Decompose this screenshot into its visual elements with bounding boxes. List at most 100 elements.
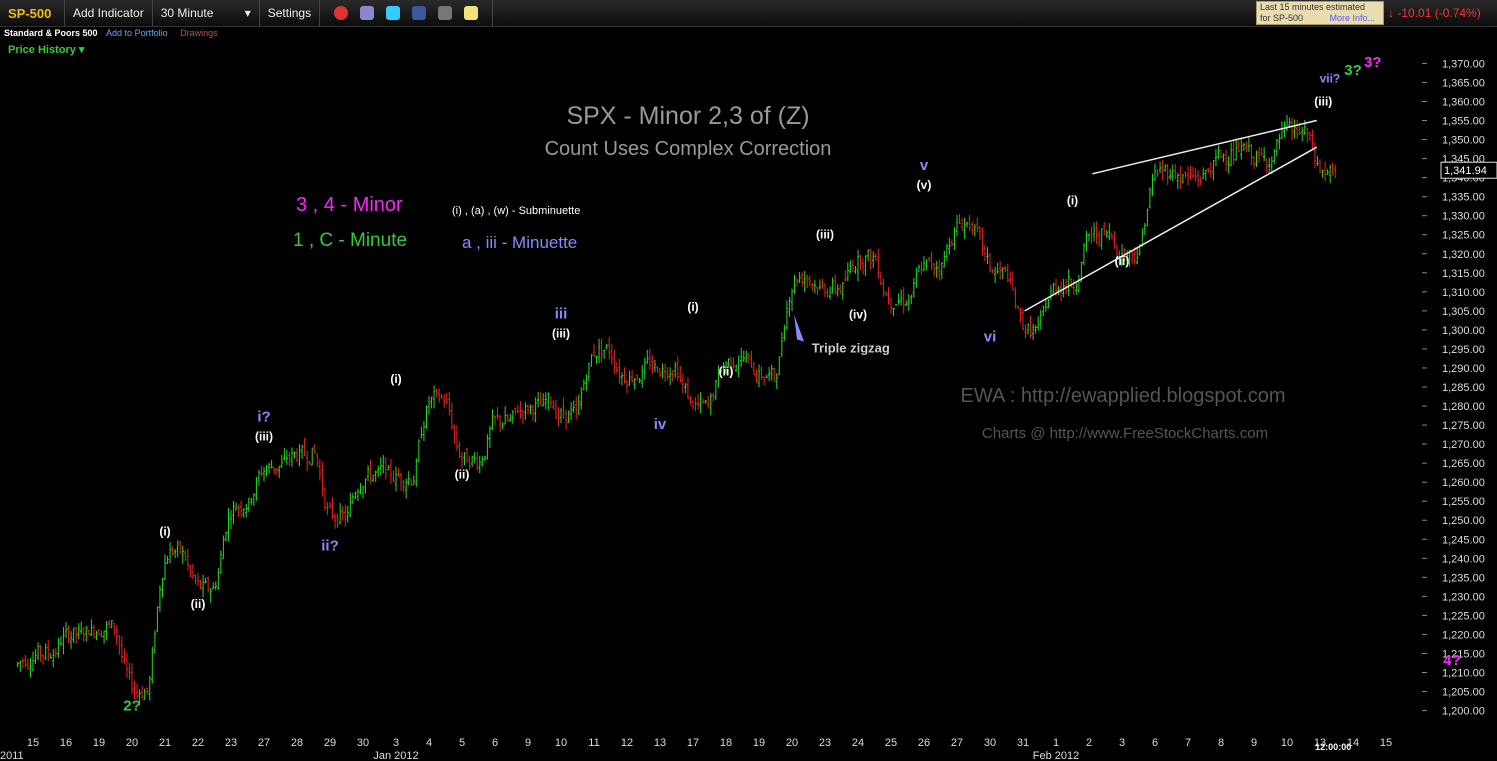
wave-label: 3? bbox=[1344, 62, 1362, 79]
y-tick-label: 1,280.00 bbox=[1442, 401, 1485, 413]
wave-label: (i) bbox=[159, 524, 170, 538]
quote-delay-box: Last 15 minutes estimated for SP-500 Mor… bbox=[1256, 1, 1384, 25]
x-tick-label: 26 bbox=[918, 737, 930, 749]
drawings-link[interactable]: Drawings bbox=[180, 28, 218, 38]
y-tick-label: 1,315.00 bbox=[1442, 268, 1485, 280]
binoculars-icon[interactable] bbox=[438, 6, 453, 20]
price-history-dropdown[interactable]: Price History ▾ bbox=[8, 43, 84, 56]
y-tick-label: 1,210.00 bbox=[1442, 668, 1485, 680]
wedge-lower-line bbox=[1024, 146, 1318, 312]
wave-label: (i) bbox=[1067, 193, 1078, 207]
wave-label: iii bbox=[555, 305, 568, 322]
x-tick-label: 23 bbox=[225, 737, 237, 749]
x-tick-label: 17 bbox=[687, 737, 699, 749]
wave-label: (i) bbox=[390, 372, 401, 386]
wave-label: Triple zigzag bbox=[812, 341, 890, 356]
y-tick-label: 1,310.00 bbox=[1442, 287, 1485, 299]
y-tick-label: 1,220.00 bbox=[1442, 629, 1485, 641]
wave-label: (ii) bbox=[1115, 254, 1130, 268]
interval-label: 30 Minute bbox=[160, 6, 214, 20]
toolbar-icons bbox=[320, 0, 494, 26]
x-tick-label: 27 bbox=[951, 737, 963, 749]
instrument-name: Standard & Poors 500 bbox=[4, 28, 98, 38]
y-tick-label: 1,205.00 bbox=[1442, 687, 1485, 699]
x-tick-label: 30 bbox=[357, 737, 369, 749]
arrow-icon bbox=[794, 314, 804, 342]
last-price-label: 1,341.94 bbox=[1444, 165, 1487, 177]
x-tick-label: 24 bbox=[852, 737, 864, 749]
symbol-input[interactable]: SP-500 bbox=[0, 0, 65, 26]
legend-minuette: a , iii - Minuette bbox=[462, 233, 577, 252]
facebook-icon[interactable] bbox=[412, 6, 427, 20]
legend-subminuette: (i) , (a) , (w) - Subminuette bbox=[452, 205, 580, 217]
x-tick-label: 16 bbox=[60, 737, 72, 749]
y-tick-label: 1,325.00 bbox=[1442, 230, 1485, 242]
twitter-icon[interactable] bbox=[386, 6, 401, 20]
change-value: -10.01 (-0.74%) bbox=[1397, 6, 1481, 20]
x-tick-label: 15 bbox=[1380, 737, 1392, 749]
x-tick-label: 18 bbox=[720, 737, 732, 749]
x-tick-label: 8 bbox=[1218, 737, 1224, 749]
wedge-upper-line bbox=[1092, 119, 1317, 175]
legend-minor: 3 , 4 - Minor bbox=[296, 194, 403, 216]
wave-label: ii? bbox=[321, 538, 339, 555]
settings-button[interactable]: Settings bbox=[260, 0, 321, 26]
x-tick-label: 10 bbox=[1281, 737, 1293, 749]
wave-label: (ii) bbox=[455, 467, 470, 481]
wave-label: iv bbox=[654, 416, 667, 433]
price-chart[interactable]: 1,200.00 1,205.00 1,210.00 1,215.00 1,220.00… bbox=[0, 0, 1497, 761]
y-tick-label: 1,235.00 bbox=[1442, 572, 1485, 584]
alarm-icon[interactable] bbox=[334, 6, 349, 20]
chart-subtitle: Count Uses Complex Correction bbox=[545, 138, 832, 160]
y-tick-label: 1,250.00 bbox=[1442, 515, 1485, 527]
x-tick-label: 6 bbox=[1152, 737, 1158, 749]
wave-label: (ii) bbox=[719, 365, 734, 379]
note-icon[interactable] bbox=[464, 6, 479, 20]
x-tick-label: 10 bbox=[555, 737, 567, 749]
price-history-label: Price History bbox=[8, 44, 76, 56]
x-tick-label: 2 bbox=[1086, 737, 1092, 749]
y-tick-label: 1,350.00 bbox=[1442, 135, 1485, 147]
y-tick-label: 1,355.00 bbox=[1442, 116, 1485, 128]
price-change: ↓ -10.01 (-0.74%) bbox=[1388, 6, 1481, 20]
last-price-box bbox=[1440, 161, 1497, 179]
y-tick-label: 1,360.00 bbox=[1442, 96, 1485, 108]
wave-label: (i) bbox=[687, 300, 698, 314]
x-tick-label: 3 bbox=[1119, 737, 1125, 749]
x-tick-label: 9 bbox=[1251, 737, 1257, 749]
x-tick-label: 22 bbox=[192, 737, 204, 749]
x-tick-label: 21 bbox=[159, 737, 171, 749]
y-tick-label: 1,370.00 bbox=[1442, 58, 1485, 70]
x-tick-label: 19 bbox=[753, 737, 765, 749]
x-tick-label: 6 bbox=[492, 737, 498, 749]
y-tick-label: 1,260.00 bbox=[1442, 477, 1485, 489]
wave-label: 4? bbox=[1443, 652, 1461, 669]
x-tick-label: 1 bbox=[1053, 737, 1059, 749]
chart-title: SPX - Minor 2,3 of (Z) bbox=[566, 102, 809, 130]
x-tick-label: 5 bbox=[459, 737, 465, 749]
more-info-link[interactable]: More Info... bbox=[1330, 13, 1376, 23]
x-tick-label: 28 bbox=[291, 737, 303, 749]
x-tick-label: 20 bbox=[786, 737, 798, 749]
watermark-blog: EWA : http://ewapplied.blogspot.com bbox=[961, 385, 1286, 407]
y-tick-label: 1,330.00 bbox=[1442, 211, 1485, 223]
y-tick-label: 1,305.00 bbox=[1442, 306, 1485, 318]
y-tick-label: 1,270.00 bbox=[1442, 439, 1485, 451]
y-tick-label: 1,345.00 bbox=[1442, 154, 1485, 166]
y-tick-label: 1,200.00 bbox=[1442, 706, 1485, 718]
y-tick-label: 1,225.00 bbox=[1442, 610, 1485, 622]
x-tick-label: 29 bbox=[324, 737, 336, 749]
wave-label: vi bbox=[984, 328, 997, 345]
y-tick-label: 1,335.00 bbox=[1442, 192, 1485, 204]
add-portfolio-link[interactable]: Add to Portfolio bbox=[106, 28, 168, 38]
add-indicator-button[interactable]: Add Indicator bbox=[65, 0, 153, 26]
quote-symbol-text: for SP-500 bbox=[1260, 13, 1304, 23]
layers-icon[interactable] bbox=[360, 6, 375, 20]
y-tick-label: 1,295.00 bbox=[1442, 344, 1485, 356]
x-tick-label: 11 bbox=[588, 737, 599, 749]
interval-dropdown[interactable]: 30 Minute ▾ bbox=[153, 0, 260, 26]
wave-label: (iii) bbox=[816, 228, 834, 242]
x-tick-label: 27 bbox=[258, 737, 270, 749]
y-tick-label: 1,275.00 bbox=[1442, 420, 1485, 432]
quote-delay-text: Last 15 minutes estimated bbox=[1260, 2, 1366, 12]
